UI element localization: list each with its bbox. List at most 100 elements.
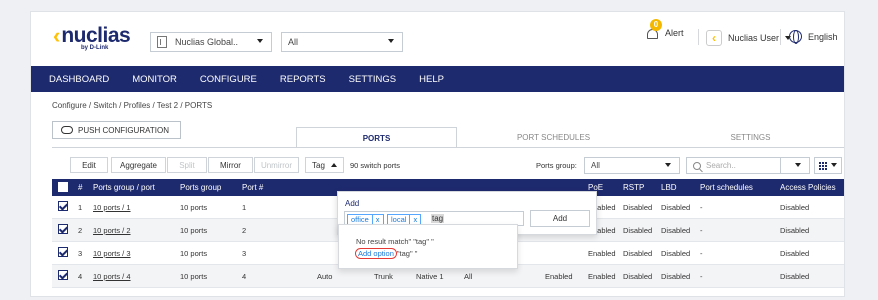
tab-port-schedules[interactable]: PORT SCHEDULES [473,127,634,147]
nav-settings[interactable]: SETTINGS [349,74,397,85]
tag-popup-title: Add [345,199,360,208]
cell-num: 1 [78,203,83,212]
nav-monitor[interactable]: MONITOR [132,74,177,85]
cell-rstp: Disabled [623,226,653,235]
cell-poe: Enabled [588,272,616,281]
site-select[interactable]: All [281,32,403,52]
col-header-num: # [78,183,83,192]
nav-configure[interactable]: CONFIGURE [200,74,257,85]
organization-select[interactable]: Nuclias Global.. [150,32,272,52]
aggregate-button[interactable]: Aggregate [111,157,166,173]
cell-rstp: Disabled [623,203,653,212]
row-checkbox[interactable] [58,247,68,257]
edit-button[interactable]: Edit [70,157,108,173]
add-option-link[interactable]: Add option [355,248,397,259]
row-checkbox[interactable] [58,224,68,234]
add-option-value: "tag" " [396,249,418,258]
tab-settings[interactable]: SETTINGS [670,127,831,147]
top-bar: ‹ nuclias by D-Link Nuclias Global.. All… [31,12,844,66]
no-result-message: No result match" "tag" " [356,237,434,246]
nuclias-logo[interactable]: ‹ nuclias by D-Link [53,23,131,52]
divider [698,29,699,45]
search-scope-select[interactable] [780,157,810,174]
logo-subtext: by D-Link [81,45,109,51]
nav-help[interactable]: HELP [419,74,444,85]
user-label: Nuclias User [728,33,780,43]
chevron-down-icon [665,163,671,167]
switch-port-count: 90 switch ports [350,161,401,170]
push-configuration-button[interactable]: PUSH CONFIGURATION [52,121,181,139]
alert-label: Alert [665,28,684,38]
cell-lbd: Disabled [661,249,691,258]
cell-access-policies: Disabled [780,203,810,212]
unmirror-button[interactable]: Unmirror [254,157,299,173]
cloud-upload-icon [61,126,73,134]
language-menu[interactable]: English [789,30,844,44]
cell-port-link[interactable]: 10 ports / 2 [93,226,131,235]
cell-num: 3 [78,249,83,258]
app-window: ‹ nuclias by D-Link Nuclias Global.. All… [30,11,845,297]
cell-port-link[interactable]: 10 ports / 1 [93,203,131,212]
cell-lbd: Disabled [661,203,691,212]
ports-group-select[interactable]: All [584,157,680,174]
cell-access-policies: Disabled [780,272,810,281]
ports-group-label: Ports group: [536,161,577,170]
cell-port-schedules: - [700,226,703,235]
main-nav: DASHBOARD MONITOR CONFIGURE REPORTS SETT… [31,66,844,92]
cell-port-num: 4 [242,272,247,281]
alert-button[interactable]: 0 Alert [646,19,684,40]
alert-count-badge: 0 [650,19,662,31]
tab-bar: PORTS PORT SCHEDULES SETTINGS [296,127,831,148]
tag-button[interactable]: Tag [305,157,344,173]
add-tag-button[interactable]: Add [530,210,590,227]
remove-tag-icon[interactable]: x [409,215,420,224]
search-input[interactable]: Search.. [686,157,781,174]
logo-chevron-icon: ‹ [53,23,61,48]
mirror-button[interactable]: Mirror [208,157,253,173]
chevron-down-icon [388,39,394,43]
cell-poe: Enabled [588,249,616,258]
add-option-row[interactable]: Add option "tag" " [355,248,418,259]
select-all-checkbox[interactable] [58,182,68,192]
cell-port-num: 1 [242,203,247,212]
cell-port-num: 2 [242,226,247,235]
col-header-port-num[interactable]: Port # [242,183,263,192]
column-picker-button[interactable] [814,157,842,174]
cell-rstp: Disabled [623,249,653,258]
col-header-rstp[interactable]: RSTP [623,183,644,192]
cell-port-num: 3 [242,249,247,258]
tab-ports[interactable]: PORTS [296,127,457,148]
search-icon [693,161,701,170]
row-checkbox[interactable] [58,201,68,211]
site-select-value: All [288,37,299,47]
breadcrumb[interactable]: Configure / Switch / Profiles / Test 2 /… [52,101,212,110]
split-button[interactable]: Split [167,157,207,173]
tag-chip-label: office [351,215,369,224]
cell-ports-group: 10 ports [180,272,208,281]
nav-dashboard[interactable]: DASHBOARD [49,74,109,85]
bell-icon: 0 [646,19,662,40]
col-header-port-schedules[interactable]: Port schedules [700,183,753,192]
cell-allowed-vlans: All [464,272,473,281]
col-header-ports-group-port[interactable]: Ports group / port [93,183,155,192]
tag-chip-label: local [391,215,407,224]
cell-port-link[interactable]: 10 ports / 4 [93,272,131,281]
col-header-ports-group[interactable]: Ports group [180,183,221,192]
row-checkbox[interactable] [58,270,68,280]
chevron-up-icon [330,163,337,167]
col-header-lbd[interactable]: LBD [661,183,677,192]
remove-tag-icon[interactable]: x [371,215,383,224]
divider [780,29,781,45]
cell-port-schedules: - [700,203,703,212]
building-icon [157,36,167,48]
tab-divider [52,147,844,148]
cell-ports-group: 10 ports [180,226,208,235]
cell-port-schedules: - [700,249,703,258]
user-menu[interactable]: ‹ Nuclias User [706,30,792,46]
cell-ports-group: 10 ports [180,249,208,258]
nav-reports[interactable]: REPORTS [280,74,326,85]
cell-speed: Auto [317,272,333,281]
cell-port-link[interactable]: 10 ports / 3 [93,249,131,258]
col-header-access-policies[interactable]: Access Policies [780,183,836,192]
